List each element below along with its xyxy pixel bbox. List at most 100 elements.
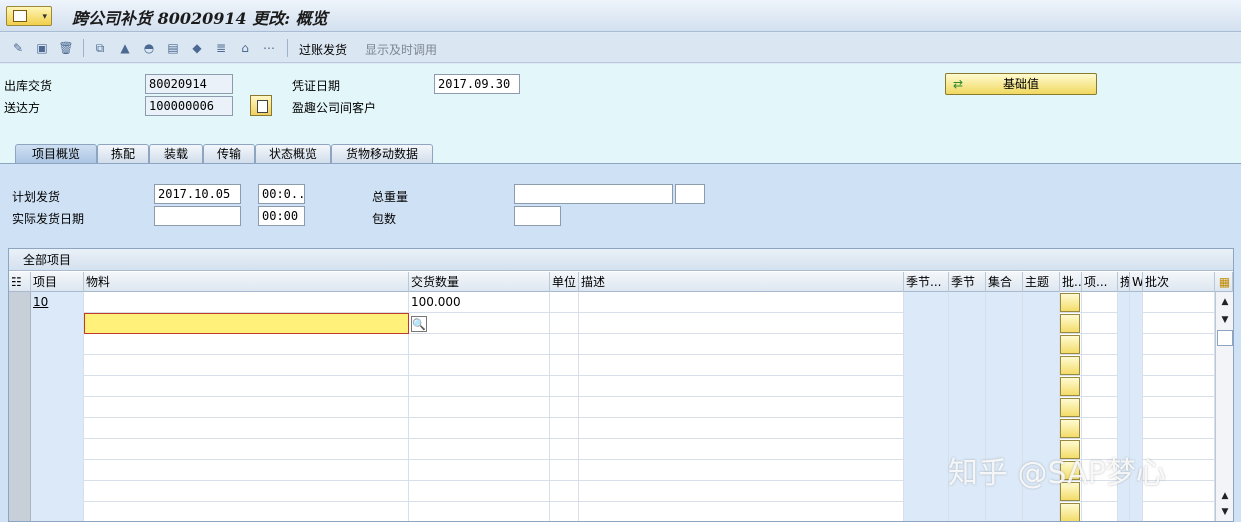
cell-batch-split[interactable] [1060, 502, 1082, 521]
cell-pick[interactable] [1118, 355, 1130, 376]
scroll-up-icon[interactable]: ▲ [1217, 488, 1233, 504]
cell-description[interactable] [579, 355, 904, 376]
vertical-scrollbar[interactable]: ▲ ▼ ▲ ▼ [1215, 292, 1233, 521]
cell-quantity[interactable] [409, 418, 550, 439]
cell-unit[interactable] [550, 292, 579, 313]
row-selector[interactable] [9, 334, 31, 355]
cell-batch[interactable] [1143, 397, 1215, 418]
cell-season-cat[interactable] [904, 355, 949, 376]
cell-description[interactable] [579, 397, 904, 418]
col-unit[interactable]: 单位 [550, 272, 579, 292]
cell-wm[interactable] [1130, 355, 1143, 376]
tab-item-overview[interactable]: 项目概览 [15, 144, 97, 164]
package-icon[interactable]: ◆ [189, 40, 205, 56]
cell-season[interactable] [949, 502, 986, 521]
cell-season[interactable] [949, 292, 986, 313]
cell-batch[interactable] [1143, 292, 1215, 313]
table-row[interactable] [9, 355, 1215, 376]
row-selector[interactable] [9, 292, 31, 313]
cell-collection[interactable] [986, 376, 1023, 397]
cell-wm[interactable] [1130, 397, 1143, 418]
cell-item[interactable] [31, 376, 84, 397]
house-icon[interactable]: ⌂ [237, 40, 253, 56]
scroll-down-icon[interactable]: ▼ [1217, 504, 1233, 520]
cell-batch-split[interactable] [1060, 313, 1082, 334]
cell-batch[interactable] [1143, 502, 1215, 521]
actual-gi-time-field[interactable]: 00:00 [258, 206, 305, 226]
weight-unit-field[interactable] [675, 184, 705, 204]
cell-season-cat[interactable] [904, 376, 949, 397]
basis-values-button[interactable]: ⇄ 基础值 [945, 73, 1097, 95]
col-item[interactable]: 项目 [31, 272, 84, 292]
cell-wm[interactable] [1130, 376, 1143, 397]
cell-item-cat[interactable] [1082, 397, 1118, 418]
row-selector[interactable] [9, 418, 31, 439]
cell-season[interactable] [949, 313, 986, 334]
scroll-down-icon[interactable]: ▼ [1217, 312, 1233, 328]
cell-quantity[interactable] [409, 397, 550, 418]
truck-icon[interactable]: ▤ [165, 40, 181, 56]
cell-description[interactable] [579, 313, 904, 334]
col-batch-split[interactable]: 批.. [1060, 272, 1082, 292]
cell-material[interactable] [84, 376, 409, 397]
warehouse-icon[interactable]: ▲ [117, 40, 133, 56]
cell-season[interactable] [949, 397, 986, 418]
show-hu-button[interactable]: 显示及时调用 [365, 41, 437, 58]
col-item-cat[interactable]: 项... [1082, 272, 1118, 292]
cell-item-cat[interactable] [1082, 313, 1118, 334]
cell-material[interactable] [84, 418, 409, 439]
cell-theme[interactable] [1023, 292, 1060, 313]
cell-material[interactable] [84, 334, 409, 355]
batch-split-button[interactable] [1060, 419, 1080, 438]
cell-item[interactable] [31, 439, 84, 460]
cell-description[interactable] [579, 502, 904, 521]
cell-item-cat[interactable] [1082, 502, 1118, 521]
batch-split-button[interactable] [1060, 503, 1080, 521]
cell-batch[interactable] [1143, 313, 1215, 334]
table-row[interactable] [9, 418, 1215, 439]
cell-pick[interactable] [1118, 397, 1130, 418]
hat-icon[interactable]: ◓ [141, 40, 157, 56]
cell-wm[interactable] [1130, 313, 1143, 334]
cell-item-cat[interactable] [1082, 355, 1118, 376]
cell-season-cat[interactable] [904, 292, 949, 313]
cell-batch-split[interactable] [1060, 397, 1082, 418]
cell-unit[interactable] [550, 397, 579, 418]
cell-material[interactable] [84, 460, 409, 481]
cell-season[interactable] [949, 355, 986, 376]
cell-item-cat[interactable] [1082, 376, 1118, 397]
cell-wm[interactable] [1130, 334, 1143, 355]
cell-unit[interactable] [550, 376, 579, 397]
cell-theme[interactable] [1023, 502, 1060, 521]
cell-description[interactable] [579, 376, 904, 397]
cell-material[interactable] [84, 502, 409, 521]
cell-material[interactable] [84, 439, 409, 460]
col-theme[interactable]: 主题 [1023, 272, 1060, 292]
cell-pick[interactable] [1118, 376, 1130, 397]
cell-batch-split[interactable] [1060, 376, 1082, 397]
cell-batch[interactable] [1143, 355, 1215, 376]
col-description[interactable]: 描述 [579, 272, 904, 292]
cell-unit[interactable] [550, 439, 579, 460]
tab-goods-movement-data[interactable]: 货物移动数据 [331, 144, 433, 164]
ship-to-field[interactable]: 100000006 [145, 96, 233, 116]
row-selector[interactable] [9, 355, 31, 376]
cell-item[interactable]: 10 [31, 292, 84, 313]
cell-item[interactable] [31, 481, 84, 502]
table-row[interactable] [9, 376, 1215, 397]
cell-season-cat[interactable] [904, 439, 949, 460]
cell-item-cat[interactable] [1082, 292, 1118, 313]
cell-item[interactable] [31, 334, 84, 355]
tab-status-overview[interactable]: 状态概览 [255, 144, 331, 164]
cell-item[interactable] [31, 355, 84, 376]
cell-season-cat[interactable] [904, 313, 949, 334]
network-icon[interactable]: ⋯ [261, 40, 277, 56]
cell-description[interactable] [579, 460, 904, 481]
cell-unit[interactable] [550, 334, 579, 355]
select-all-icon[interactable]: ☷ [9, 272, 31, 292]
row-selector[interactable] [9, 397, 31, 418]
cell-season[interactable] [949, 418, 986, 439]
table-row[interactable] [9, 334, 1215, 355]
tab-picking[interactable]: 拣配 [97, 144, 149, 164]
cell-theme[interactable] [1023, 418, 1060, 439]
